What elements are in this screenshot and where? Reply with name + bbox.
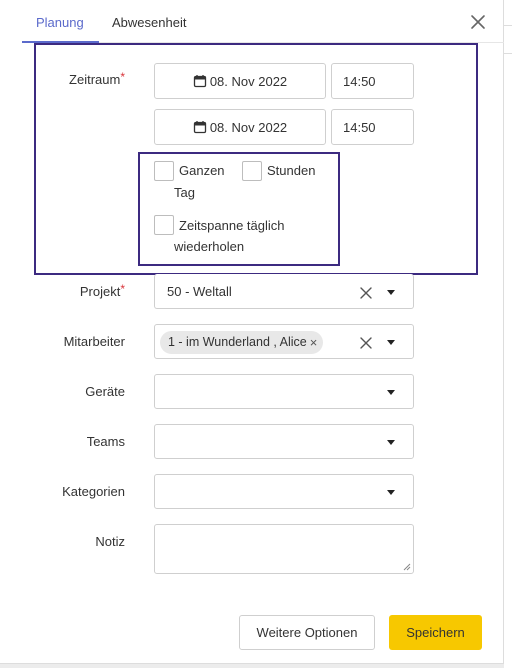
- teams-label: Teams: [86, 434, 125, 449]
- tab-planung[interactable]: Planung: [36, 15, 84, 30]
- chevron-down-icon[interactable]: [387, 490, 395, 495]
- kategorien-label: Kategorien: [62, 484, 125, 499]
- mitarbeiter-chip: 1 - im Wunderland , Alice ×: [160, 331, 324, 354]
- chevron-down-icon[interactable]: [387, 390, 395, 395]
- projekt-value: 50 - Weltall: [167, 284, 232, 299]
- save-button[interactable]: Speichern: [389, 615, 482, 650]
- background-panel: [504, 0, 512, 668]
- divider: [504, 53, 512, 54]
- kategorien-select[interactable]: [154, 474, 414, 509]
- highlight-box-options: [138, 152, 340, 266]
- resize-handle-icon[interactable]: [403, 563, 411, 571]
- notiz-textarea[interactable]: [154, 524, 414, 574]
- divider: [504, 25, 512, 26]
- tab-abwesenheit[interactable]: Abwesenheit: [112, 15, 186, 30]
- projekt-label: Projekt*: [79, 282, 125, 299]
- chip-label: 1 - im Wunderland , Alice: [168, 335, 307, 349]
- chevron-down-icon[interactable]: [387, 340, 395, 345]
- more-options-button[interactable]: Weitere Optionen: [239, 615, 375, 650]
- close-icon[interactable]: [468, 12, 488, 32]
- clear-icon[interactable]: [358, 285, 374, 301]
- required-mark: *: [120, 282, 125, 296]
- mitarbeiter-label: Mitarbeiter: [63, 334, 125, 349]
- teams-select[interactable]: [154, 424, 414, 459]
- chevron-down-icon[interactable]: [387, 440, 395, 445]
- clear-icon[interactable]: [358, 335, 374, 351]
- projekt-select[interactable]: 50 - Weltall: [154, 274, 414, 309]
- planning-dialog: Planung Abwesenheit Zeitraum* 08. Nov 20…: [0, 0, 504, 664]
- geraete-label: Geräte: [85, 384, 125, 399]
- chip-remove-icon[interactable]: ×: [310, 331, 318, 354]
- chevron-down-icon[interactable]: [387, 290, 395, 295]
- notiz-label: Notiz: [95, 534, 125, 549]
- geraete-select[interactable]: [154, 374, 414, 409]
